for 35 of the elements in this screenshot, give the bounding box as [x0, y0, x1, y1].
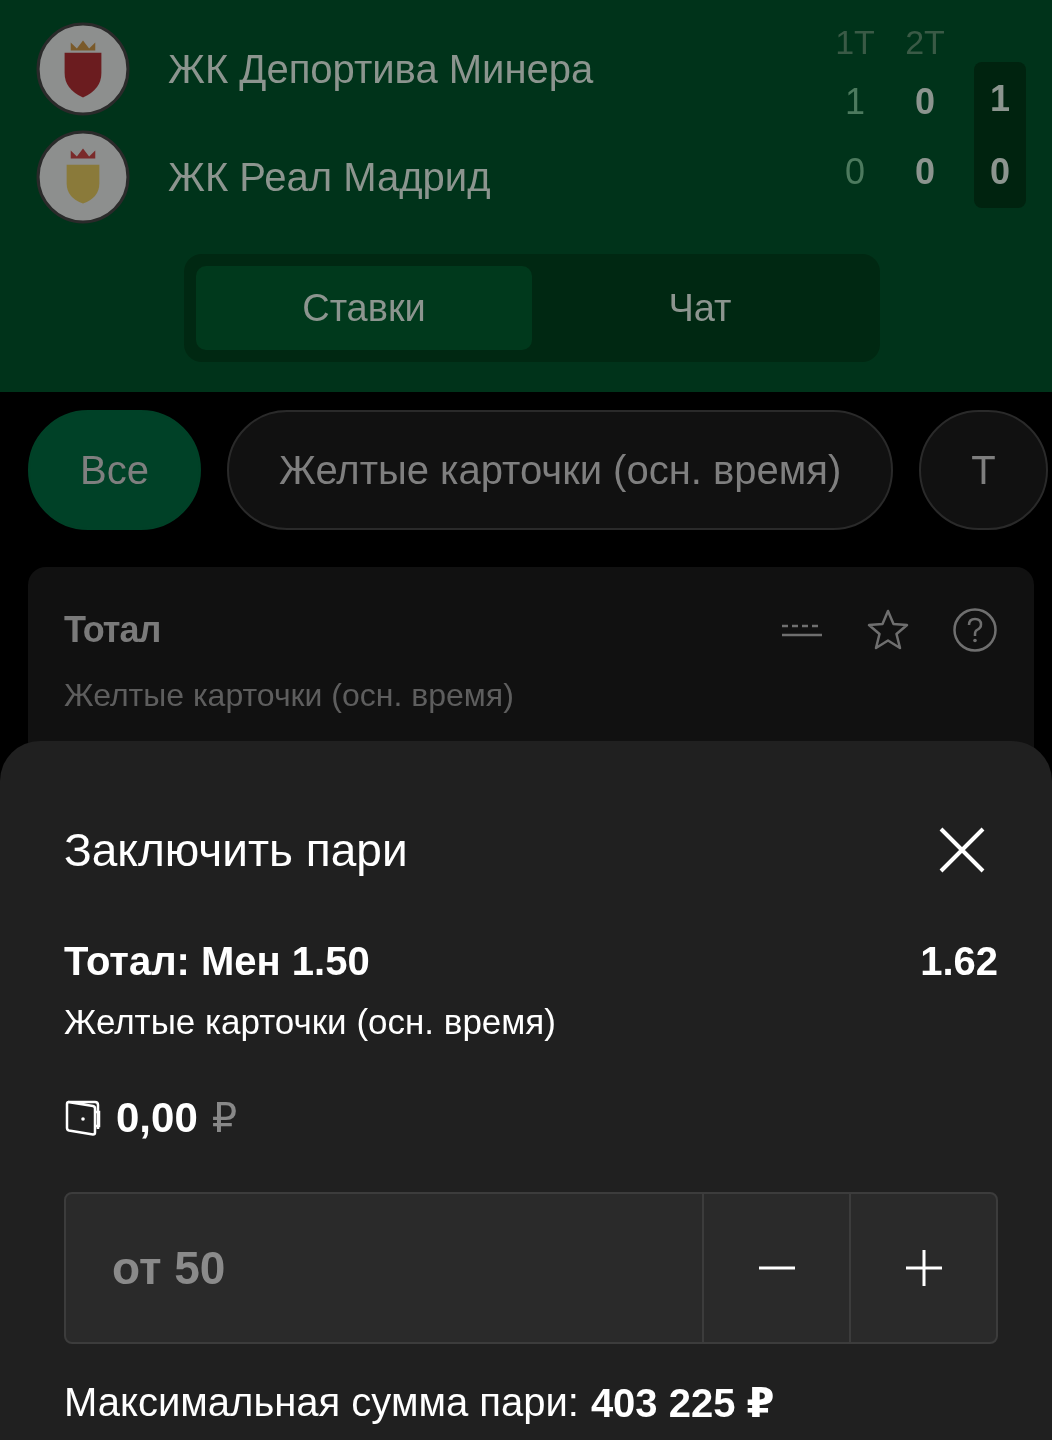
- currency-sign: ₽: [211, 1095, 238, 1141]
- team-name: ЖК Реал Мадрид: [168, 154, 491, 200]
- stake-input[interactable]: от 50: [66, 1194, 702, 1342]
- selection-market: Желтые карточки (осн. время): [64, 1002, 557, 1042]
- odds-value: 1.62: [920, 939, 998, 984]
- sheet-title: Заключить пари: [64, 823, 408, 877]
- balance-amount: 0,00: [116, 1094, 198, 1142]
- selection-name: Тотал: Мен 1.50: [64, 939, 370, 984]
- minus-icon: [758, 1266, 795, 1270]
- filter-chip[interactable]: Т: [919, 410, 1048, 530]
- team-name: ЖК Депортива Минера: [168, 46, 594, 92]
- period-label: 1Т: [835, 22, 875, 62]
- tab[interactable]: Чат: [532, 266, 868, 350]
- star-icon[interactable]: [866, 608, 910, 652]
- total-score: 0: [990, 150, 1010, 193]
- plus-icon: [905, 1250, 942, 1286]
- crest-icon: [36, 130, 130, 224]
- period-score: 0: [845, 150, 865, 194]
- stake-field[interactable]: от 50: [64, 1192, 998, 1344]
- max-stake-label: Максимальная сумма пари:: [64, 1380, 579, 1426]
- crest-icon: [36, 22, 130, 116]
- close-icon[interactable]: [938, 826, 986, 874]
- filter-chip[interactable]: Желтые карточки (осн. время): [226, 410, 894, 530]
- help-icon[interactable]: [952, 607, 998, 653]
- total-score: 1: [990, 77, 1010, 120]
- filter-chip[interactable]: Все: [28, 410, 201, 530]
- market-subtitle: Желтые карточки (осн. время): [64, 677, 515, 714]
- max-stake-value: 403 225 ₽: [590, 1380, 775, 1426]
- market-title: Тотал: [64, 609, 161, 651]
- period-label: 2Т: [905, 22, 945, 62]
- period-score: 0: [915, 80, 935, 124]
- tab[interactable]: Ставки: [196, 266, 532, 350]
- wallet-icon: [64, 1099, 102, 1137]
- period-score: 0: [915, 150, 935, 194]
- period-score: 1: [845, 80, 865, 124]
